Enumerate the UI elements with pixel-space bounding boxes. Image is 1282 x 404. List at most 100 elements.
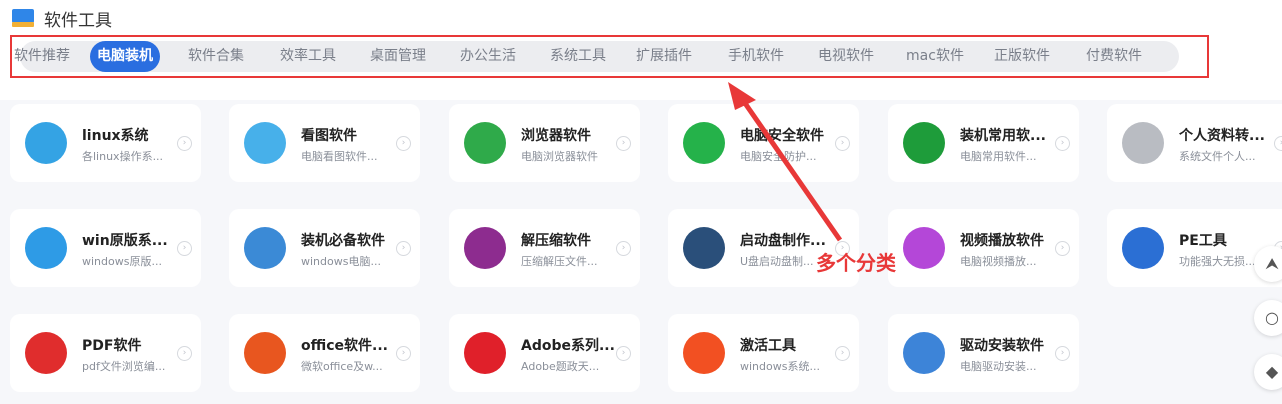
tab-11[interactable]: 正版软件	[986, 41, 1058, 72]
card-title: 启动盘制作...	[740, 233, 826, 249]
card-description: 微软office及w...	[301, 360, 383, 373]
tab-2[interactable]: 软件合集	[180, 41, 252, 72]
software-card[interactable]: Adobe系列... Adobe题政天... ›	[449, 314, 640, 392]
card-description: 电脑看图软件...	[301, 150, 378, 163]
software-card[interactable]: linux系统各linux操作系... ›	[10, 104, 201, 182]
software-card[interactable]: 个人资料转... 系统文件个人... ›	[1107, 104, 1282, 182]
user-add-icon	[1122, 122, 1164, 164]
software-card[interactable]: 装机常用软... 电脑常用软件... ›	[888, 104, 1079, 182]
tab-5[interactable]: 办公生活	[452, 41, 524, 72]
card-description: 电脑浏览器软件	[521, 150, 598, 163]
card-description: 压缩解压文件...	[521, 255, 598, 268]
tab-3[interactable]: 效率工具	[272, 41, 344, 72]
top-header: 软件工具 软件推荐 电脑装机 软件合集 效率工具 桌面管理 办公生活 系统工具 扩展插件 手机软…	[0, 0, 1282, 100]
chevron-right-icon[interactable]: ›	[177, 136, 192, 151]
archive-icon	[464, 227, 506, 269]
chevron-right-icon[interactable]: ›	[616, 136, 631, 151]
driver-icon	[903, 332, 945, 374]
chevron-right-icon[interactable]: ›	[1055, 241, 1070, 256]
software-card[interactable]: 浏览器软件电脑浏览器软件 ›	[449, 104, 640, 182]
usb-drive-icon	[683, 227, 725, 269]
software-card[interactable]: 激活工具 windows系统... ›	[668, 314, 859, 392]
chevron-right-icon[interactable]: ›	[835, 346, 850, 361]
chevron-right-icon[interactable]: ›	[396, 346, 411, 361]
card-title: 装机常用软...	[960, 128, 1046, 144]
card-description: pdf文件浏览编...	[82, 360, 166, 373]
card-title: PDF软件	[82, 338, 142, 354]
adobe-icon	[464, 332, 506, 374]
card-title: PE工具	[1179, 233, 1227, 249]
chevron-right-icon[interactable]: ›	[1274, 136, 1282, 151]
annotation-label: 多个分类	[816, 251, 896, 275]
windows-icon	[25, 227, 67, 269]
chevron-right-icon[interactable]: ›	[835, 136, 850, 151]
picture-icon	[244, 122, 286, 164]
software-card[interactable]: PDF软件 pdf文件浏览编... ›	[10, 314, 201, 392]
card-title: 个人资料转...	[1179, 128, 1265, 144]
office-icon	[244, 332, 286, 374]
card-title: 看图软件	[301, 128, 357, 144]
card-title: Adobe系列...	[521, 338, 615, 354]
chevron-right-icon[interactable]: ›	[616, 241, 631, 256]
penguin-icon	[25, 122, 67, 164]
card-title: 激活工具	[740, 338, 796, 354]
chevron-right-icon[interactable]: ›	[616, 346, 631, 361]
play-icon	[903, 227, 945, 269]
card-description: 电脑常用软件...	[960, 150, 1037, 163]
card-description: windows系统...	[740, 360, 820, 373]
software-card[interactable]: 驱动安装软件 电脑驱动安装... ›	[888, 314, 1079, 392]
tab-10[interactable]: mac软件	[900, 41, 970, 72]
card-description: 电脑视频播放...	[960, 255, 1037, 268]
security-plus-icon	[683, 122, 725, 164]
card-description: 系统文件个人...	[1179, 150, 1256, 163]
search-icon[interactable]: ○	[1254, 300, 1282, 336]
tab-8[interactable]: 手机软件	[720, 41, 792, 72]
monitor-icon	[244, 227, 286, 269]
chevron-right-icon[interactable]: ›	[396, 136, 411, 151]
monitor-icon	[12, 9, 34, 27]
tab-9[interactable]: 电视软件	[810, 41, 882, 72]
software-card[interactable]: 装机必备软件 windows电脑... ›	[229, 209, 420, 287]
arrow-up-icon[interactable]: ⮝	[1254, 246, 1282, 282]
tab-1[interactable]: 电脑装机	[90, 41, 160, 72]
software-card[interactable]: 解压缩软件 压缩解压文件... ›	[449, 209, 640, 287]
chevron-right-icon[interactable]: ›	[177, 346, 192, 361]
card-description: 电脑安全防护...	[740, 150, 817, 163]
pdf-icon	[25, 332, 67, 374]
chevron-right-icon[interactable]: ›	[1055, 346, 1070, 361]
tab-6[interactable]: 系统工具	[542, 41, 614, 72]
page-title: 软件工具	[44, 10, 112, 31]
card-title: 驱动安装软件	[960, 338, 1044, 354]
category-tab-bar: 软件推荐 电脑装机 软件合集 效率工具 桌面管理 办公生活 系统工具 扩展插件 手机软件 电视软件…	[14, 41, 1179, 72]
software-card[interactable]: PE工具功能强大无损...›	[1107, 209, 1282, 287]
tab-12[interactable]: 付费软件	[1078, 41, 1150, 72]
software-card[interactable]: win原版系... windows原版... ›	[10, 209, 201, 287]
chevron-right-icon[interactable]: ›	[177, 241, 192, 256]
chevron-right-icon[interactable]: ›	[1055, 136, 1070, 151]
browser-e-icon	[464, 122, 506, 164]
title-row: 软件工具	[12, 6, 112, 31]
chevron-right-icon[interactable]: ›	[396, 241, 411, 256]
windows-color-icon	[683, 332, 725, 374]
card-description: 各linux操作系...	[82, 150, 164, 163]
software-card[interactable]: 看图软件电脑看图软件... ›	[229, 104, 420, 182]
card-description: U盘启动盘制...	[740, 255, 814, 268]
card-title: 浏览器软件	[521, 128, 591, 144]
card-description: 功能强大无损...	[1179, 255, 1256, 268]
tab-4[interactable]: 桌面管理	[362, 41, 434, 72]
card-title: win原版系...	[82, 233, 168, 249]
software-card[interactable]: office软件... 微软office及w... ›	[229, 314, 420, 392]
card-title: 电脑安全软件	[740, 128, 824, 144]
card-title: office软件...	[301, 338, 388, 354]
category-tab-highlight: 软件推荐 电脑装机 软件合集 效率工具 桌面管理 办公生活 系统工具 扩展插件 手机软件 电视软件…	[10, 35, 1209, 78]
card-description: 电脑驱动安装...	[960, 360, 1037, 373]
software-card[interactable]: 视频播放软件 电脑视频播放... ›	[888, 209, 1079, 287]
tab-7[interactable]: 扩展插件	[628, 41, 700, 72]
tab-0[interactable]: 软件推荐	[10, 41, 74, 72]
card-title: linux系统	[82, 128, 149, 144]
card-title: 装机必备软件	[301, 233, 385, 249]
software-card[interactable]: 电脑安全软件 电脑安全防护... ›	[668, 104, 859, 182]
usb-stick-icon	[1122, 227, 1164, 269]
card-description: windows电脑...	[301, 255, 381, 268]
tag-icon[interactable]: ◆	[1254, 354, 1282, 390]
